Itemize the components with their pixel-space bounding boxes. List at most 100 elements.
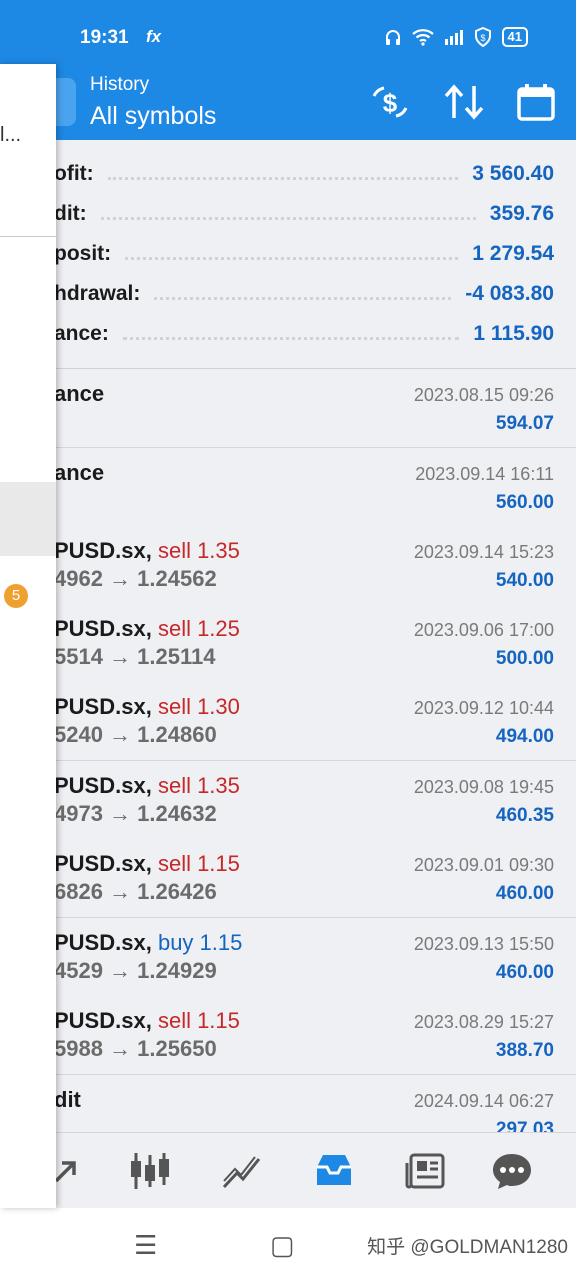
app-subtitle: History	[90, 74, 150, 95]
tx-symbol: PUSD.sx,	[54, 694, 152, 719]
tx-date: 2023.09.12 10:44	[413, 698, 554, 718]
overlay-text: l...	[0, 124, 22, 146]
tx-side: sell 1.15	[157, 1008, 240, 1033]
recent-apps-icon[interactable]: ☰	[134, 1230, 157, 1261]
summary-value: 3 560.40	[472, 162, 554, 185]
nav-news[interactable]	[404, 1149, 448, 1193]
tx-title: PUSD.sx, sell 1.15	[54, 1008, 240, 1034]
summary-row: hdrawal: -4 083.80	[0, 274, 554, 314]
tx-amount: 460.00	[495, 883, 554, 904]
dotted-leader	[122, 336, 460, 340]
fx-app-icon: fx	[146, 27, 162, 46]
tx-title: PUSD.sx, sell 1.15	[54, 851, 240, 877]
tx-prices: 4973 → 1.24632	[54, 801, 217, 826]
tx-symbol: PUSD.sx,	[54, 851, 152, 876]
transaction-row[interactable]: PUSD.sx, sell 1.35 4973 → 1.24632 2023.0…	[0, 761, 576, 841]
tx-amount: 460.00	[495, 962, 554, 983]
history-inbox-icon	[317, 1155, 351, 1185]
tx-prices: 4962 → 1.24562	[54, 566, 217, 591]
summary-row: posit: 1 279.54	[0, 234, 554, 274]
transaction-row[interactable]: PUSD.sx, sell 1.30 5240 → 1.24860 2023.0…	[0, 682, 576, 762]
tx-amount: 460.35	[495, 805, 554, 826]
tx-title: ance	[54, 381, 105, 406]
tx-date: 2023.09.14 15:23	[413, 542, 554, 562]
transaction-row[interactable]: ance 2023.09.14 16:11 560.00	[0, 448, 576, 528]
shield-icon: $	[474, 27, 491, 47]
tx-prices: 5988 → 1.25650	[54, 1036, 217, 1061]
tx-date: 2023.09.14 16:11	[415, 464, 554, 484]
transaction-row[interactable]: PUSD.sx, buy 1.15 4529 → 1.24929 2023.09…	[0, 918, 576, 998]
dotted-leader	[107, 176, 459, 180]
tx-date: 2023.08.29 15:27	[413, 1012, 554, 1032]
side-overlay-panel[interactable]: l... 5	[0, 64, 56, 1208]
tx-date: 2023.08.15 09:26	[413, 385, 554, 405]
wifi-icon	[411, 29, 434, 46]
transaction-row[interactable]: PUSD.sx, sell 1.15 5988 → 1.25650 2023.0…	[0, 996, 576, 1076]
summary-row: ance: 1 115.90	[0, 314, 554, 354]
summary-value: 359.76	[489, 202, 554, 225]
tx-title: PUSD.sx, sell 1.35	[54, 773, 240, 799]
nav-history[interactable]	[312, 1149, 356, 1193]
svg-text:$: $	[480, 33, 485, 43]
tx-amount: 388.70	[495, 1040, 554, 1061]
summary-panel: ofit: 3 560.40 dit: 359.76 posit: 1 279.…	[0, 140, 576, 369]
history-content[interactable]: ofit: 3 560.40 dit: 359.76 posit: 1 279.…	[0, 140, 576, 1132]
watermark: 知乎 @GOLDMAN1280	[367, 1237, 568, 1258]
overlay-divider	[0, 236, 56, 237]
dotted-leader	[154, 296, 452, 300]
tx-prices: 6826 → 1.26426	[54, 879, 217, 904]
nav-messages[interactable]	[490, 1149, 534, 1193]
signal-icon	[444, 30, 463, 45]
summary-label: posit:	[54, 242, 112, 265]
nav-trade[interactable]	[220, 1149, 264, 1193]
transaction-row[interactable]: PUSD.sx, sell 1.35 4962 → 1.24562 2023.0…	[0, 526, 576, 606]
summary-label: ance:	[54, 322, 109, 345]
tx-side: sell 1.15	[157, 851, 240, 876]
symbol-selector[interactable]: All symbols	[90, 102, 216, 131]
tx-side: buy 1.15	[157, 930, 243, 955]
calendar-icon[interactable]	[516, 82, 556, 122]
summary-label: ofit:	[54, 162, 94, 185]
notification-badge: 5	[4, 584, 28, 608]
tx-amount: 560.00	[495, 492, 554, 513]
deposit-filter-icon[interactable]: $	[368, 82, 412, 122]
tx-date: 2024.09.14 06:27	[413, 1091, 554, 1111]
summary-value: 1 115.90	[473, 322, 554, 345]
transaction-row[interactable]: PUSD.sx, sell 1.15 6826 → 1.26426 2023.0…	[0, 839, 576, 919]
battery-indicator: 41	[501, 27, 528, 47]
svg-text:$: $	[383, 88, 398, 118]
candlestick-icon	[131, 1153, 169, 1189]
tx-side: sell 1.35	[157, 773, 240, 798]
tx-date: 2023.09.01 09:30	[413, 855, 554, 875]
tx-prices: 5240 → 1.24860	[54, 722, 217, 747]
tx-title: PUSD.sx, sell 1.30	[54, 694, 240, 720]
news-icon	[405, 1153, 445, 1189]
summary-value: -4 083.80	[465, 282, 554, 305]
tx-amount: 500.00	[495, 648, 554, 669]
tx-prices: 5514 → 1.25114	[54, 644, 216, 669]
nav-chart[interactable]	[128, 1149, 172, 1193]
dotted-leader	[100, 216, 476, 220]
transaction-row[interactable]: ance 2023.08.15 09:26 594.07	[0, 369, 576, 449]
transaction-row[interactable]: dit 2024.09.14 06:27 297.03	[0, 1075, 576, 1132]
system-nav-bar: ☰ ▢ 知乎 @GOLDMAN1280	[0, 1208, 576, 1280]
sort-icon[interactable]	[442, 82, 486, 122]
tx-side: sell 1.30	[157, 694, 240, 719]
status-bar: 19:31 fx $ 41	[0, 0, 576, 64]
tx-title: PUSD.sx, sell 1.25	[54, 616, 240, 642]
tx-title: ance	[54, 460, 105, 485]
tx-title: PUSD.sx, sell 1.35	[54, 538, 240, 564]
transaction-row[interactable]: PUSD.sx, sell 1.25 5514 → 1.25114 2023.0…	[0, 604, 576, 684]
status-icons: $ 41	[384, 27, 528, 47]
summary-label: dit:	[54, 202, 87, 225]
summary-label: hdrawal:	[54, 282, 141, 305]
dotted-leader	[125, 256, 459, 260]
tx-symbol: PUSD.sx,	[54, 538, 152, 563]
tx-amount: 297.03	[495, 1119, 554, 1132]
app-bar: History All symbols $	[0, 64, 576, 140]
tx-side: sell 1.35	[157, 538, 240, 563]
tx-amount: 594.07	[495, 413, 554, 434]
home-icon[interactable]: ▢	[270, 1230, 295, 1261]
tx-amount: 494.00	[495, 726, 554, 747]
tx-date: 2023.09.06 17:00	[413, 620, 554, 640]
